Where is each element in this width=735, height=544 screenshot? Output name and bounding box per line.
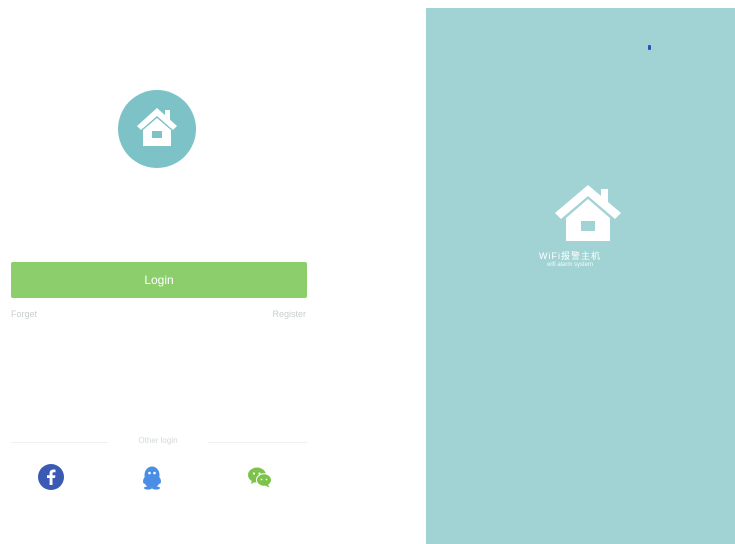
third-party-login-label: Other login [108,436,208,445]
house-icon [137,108,177,146]
forget-password-link[interactable]: Forget [11,309,37,319]
qq-login-button[interactable] [139,464,165,490]
splash-screen: WiFi报警主机 wifi alarm system [426,8,735,544]
qq-icon [143,466,161,490]
mouse-cursor [648,45,651,50]
splash-title: WiFi报警主机 [539,251,601,261]
splash-subtitle: wifi alarm system [546,262,593,268]
app-logo [118,90,196,168]
login-button[interactable]: Login [11,262,307,298]
wechat-login-button[interactable] [246,464,272,490]
house-icon [555,185,621,241]
wechat-icon [248,467,272,488]
facebook-icon [38,464,64,490]
facebook-login-button[interactable] [38,464,64,490]
login-screen: Login Forget Register Other login [0,0,330,544]
register-link[interactable]: Register [272,309,306,319]
